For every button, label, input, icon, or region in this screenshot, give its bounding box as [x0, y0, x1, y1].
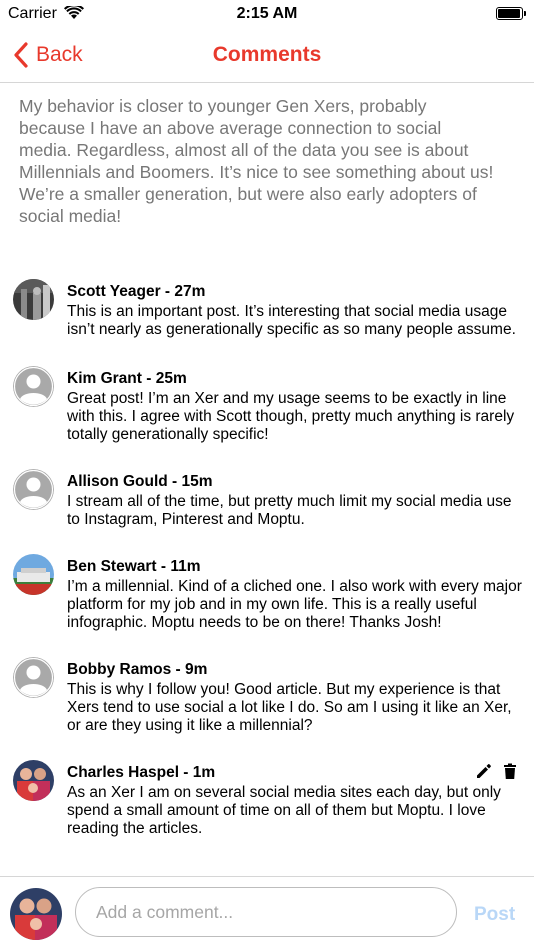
- delete-trash-icon[interactable]: [501, 762, 519, 780]
- user-placeholder-icon: [13, 657, 54, 698]
- post-text: My behavior is closer to younger Gen Xer…: [19, 96, 494, 226]
- nav-bar: Back Comments: [0, 30, 534, 83]
- clock: 2:15 AM: [236, 5, 298, 22]
- comment-text: As an Xer I am on several social media s…: [67, 784, 501, 837]
- edit-pencil-icon[interactable]: [475, 762, 493, 780]
- comment-author-time: Ben Stewart - 11m: [67, 558, 201, 575]
- comment-text: I stream all of the time, but pretty muc…: [67, 493, 512, 528]
- current-user-avatar: [10, 888, 62, 940]
- user-placeholder-icon: [13, 366, 54, 407]
- comment-author-time: Kim Grant - 25m: [67, 370, 187, 387]
- comment-text: This is an important post. It’s interest…: [67, 303, 516, 338]
- avatar[interactable]: [13, 657, 54, 698]
- avatar[interactable]: [13, 366, 54, 407]
- comment-text: Great post! I’m an Xer and my usage seem…: [67, 390, 515, 443]
- user-placeholder-icon: [13, 469, 54, 510]
- battery-icon: [496, 7, 526, 20]
- avatar[interactable]: [13, 469, 54, 510]
- avatar[interactable]: [13, 760, 54, 801]
- comment-actions: [475, 762, 519, 780]
- comment-composer: Post: [0, 876, 534, 951]
- comment-input[interactable]: [75, 887, 457, 937]
- avatar[interactable]: [13, 279, 54, 320]
- comment-author-time: Bobby Ramos - 9m: [67, 661, 208, 678]
- avatar[interactable]: [13, 554, 54, 595]
- comment-author-time: Scott Yeager - 27m: [67, 283, 206, 300]
- comment-text: This is why I follow you! Good article. …: [67, 681, 512, 734]
- comment-text: I’m a millennial. Kind of a cliched one.…: [67, 578, 522, 631]
- comment-author-time: Allison Gould - 15m: [67, 473, 213, 490]
- page-title: Comments: [212, 43, 322, 66]
- post-button[interactable]: Post: [474, 904, 515, 926]
- status-bar: Carrier 2:15 AM: [0, 0, 534, 30]
- comment-author-time: Charles Haspel - 1m: [67, 764, 216, 781]
